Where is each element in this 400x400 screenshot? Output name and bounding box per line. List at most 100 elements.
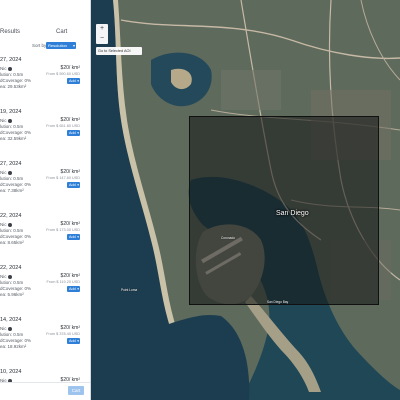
result-total-price: From $ 147.60 USD — [46, 176, 80, 180]
sort-label: Sort by — [32, 43, 47, 48]
result-cloud-coverage: dCoverage: 0% — [0, 286, 32, 291]
map-label-point-loma: Point Loma — [121, 288, 138, 292]
add-button[interactable]: Add▾ — [67, 78, 80, 84]
info-icon[interactable] — [7, 274, 12, 279]
result-resolution: lution: 0.5m — [0, 176, 24, 181]
result-total-price: From $ 378.40 USD — [46, 332, 80, 336]
chevron-down-icon: ▾ — [77, 339, 79, 343]
go-to-aoi-button[interactable]: Go to Selected AOI — [96, 47, 142, 55]
map-label-bay: San Diego Bay — [267, 300, 289, 304]
result-resolution: lution: 0.5m — [0, 332, 24, 337]
add-button-label: Add — [69, 235, 76, 239]
result-sensor-label: Nic — [0, 170, 7, 175]
result-sensor-label: Nic — [0, 222, 7, 227]
zoom-controls: + − — [96, 24, 108, 44]
result-sensor: Nic — [0, 274, 12, 279]
result-date: 10, 2024 — [0, 369, 22, 375]
result-sensor-label: Nic — [0, 66, 7, 71]
result-date: 22, 2024 — [0, 265, 22, 271]
result-resolution: lution: 0.5m — [0, 72, 24, 77]
result-cloud-coverage: dCoverage: 0% — [0, 234, 32, 239]
result-price: $20/ km² — [60, 325, 80, 331]
result-sensor-label: Nic — [0, 274, 7, 279]
result-cloud-coverage: dCoverage: 0% — [0, 338, 32, 343]
result-date: 19, 2024 — [0, 109, 22, 115]
result-sensor: Nic — [0, 326, 12, 331]
chevron-down-icon: ▾ — [77, 235, 79, 239]
satellite-map[interactable]: + − Go to Selected AOI San Diego Coronad… — [91, 0, 400, 400]
result-price: $20/ km² — [60, 273, 80, 279]
result-card[interactable]: 27, 2024 Nic lution: 0.5m dCoverage: 0% ea: … — [0, 159, 86, 212]
add-button-label: Add — [69, 131, 76, 135]
result-price: $20/ km² — [60, 117, 80, 123]
result-price: $20/ km² — [60, 169, 80, 175]
cart-button[interactable]: Cart — [68, 386, 84, 395]
result-card[interactable]: 22, 2024 Nic lution: 0.5m dCoverage: 0% ea: … — [0, 263, 86, 316]
result-sensor-label: Nic — [0, 118, 7, 123]
chevron-down-icon: ▾ — [77, 79, 79, 83]
result-cloud-coverage: dCoverage: 0% — [0, 182, 32, 187]
result-card[interactable]: 27, 2024 Nic lution: 0.5m dCoverage: 0% ea: … — [0, 55, 86, 108]
result-sensor: Nic — [0, 170, 12, 175]
result-total-price: From $ 590.60 USD — [46, 72, 80, 76]
results-panel: Results Cart Sort by Resolution ▾ 27, 20… — [0, 0, 91, 400]
result-cloud-coverage: dCoverage: 0% — [0, 78, 32, 83]
add-button[interactable]: Add▾ — [67, 338, 80, 344]
sort-select-value: Resolution — [48, 43, 67, 48]
result-card[interactable]: 19, 2024 Nic lution: 0.5m dCoverage: 0% ea: … — [0, 107, 86, 160]
info-icon[interactable] — [7, 118, 12, 123]
add-button[interactable]: Add▾ — [67, 182, 80, 188]
info-icon[interactable] — [7, 66, 12, 71]
add-button-label: Add — [69, 287, 76, 291]
info-icon[interactable] — [7, 170, 12, 175]
result-resolution: lution: 0.5m — [0, 124, 24, 129]
list-item-partial: ... .... — [0, 377, 11, 382]
result-date: 14, 2024 — [0, 317, 22, 323]
tab-cart[interactable]: Cart — [56, 29, 67, 35]
result-price: $20/ km² — [60, 65, 80, 71]
result-card[interactable]: 22, 2024 Nic lution: 0.5m dCoverage: 0% ea: … — [0, 211, 86, 264]
result-area: ea: 18.92km² — [0, 344, 27, 349]
result-total-price: From $ 651.80 USD — [46, 124, 80, 128]
result-area: ea: 8.65km² — [0, 240, 24, 245]
result-date: 22, 2024 — [0, 213, 22, 219]
result-sensor: Nic — [0, 118, 12, 123]
add-button[interactable]: Add▾ — [67, 286, 80, 292]
panel-footer: ... .... Cart — [0, 377, 90, 400]
add-button-label: Add — [69, 339, 76, 343]
panel-tabs: Results Cart — [0, 0, 90, 40]
chevron-down-icon: ▾ — [72, 43, 75, 48]
zoom-in-button[interactable]: + — [96, 24, 108, 34]
result-area: ea: 7.38km² — [0, 188, 24, 193]
result-date: 27, 2024 — [0, 57, 22, 63]
add-button[interactable]: Add▾ — [67, 130, 80, 136]
result-sensor-label: Nic — [0, 326, 7, 331]
result-resolution: lution: 0.5m — [0, 228, 24, 233]
result-area: ea: 32.59km² — [0, 136, 27, 141]
result-total-price: From $ 173.00 USD — [46, 228, 80, 232]
add-button[interactable]: Add▾ — [67, 234, 80, 240]
result-area: ea: 5.96km² — [0, 292, 24, 297]
city-label: San Diego — [276, 210, 309, 217]
result-sensor: Nic — [0, 66, 12, 71]
chevron-down-icon: ▾ — [77, 183, 79, 187]
sort-select[interactable]: Resolution ▾ — [46, 42, 76, 49]
result-total-price: From $ 119.20 USD — [46, 280, 80, 284]
result-cloud-coverage: dCoverage: 0% — [0, 130, 32, 135]
result-date: 27, 2024 — [0, 161, 22, 167]
info-icon[interactable] — [7, 222, 12, 227]
result-price: $20/ km² — [60, 221, 80, 227]
zoom-out-button[interactable]: − — [96, 34, 108, 44]
result-sensor: Nic — [0, 222, 12, 227]
app-window: Results Cart Sort by Resolution ▾ 27, 20… — [0, 0, 400, 400]
chevron-down-icon: ▾ — [77, 131, 79, 135]
tab-results[interactable]: Results — [0, 29, 20, 35]
result-card[interactable]: 14, 2024 Nic lution: 0.5m dCoverage: 0% ea: … — [0, 315, 86, 368]
result-area: ea: 29.53km² — [0, 84, 27, 89]
add-button-label: Add — [69, 79, 76, 83]
add-button-label: Add — [69, 183, 76, 187]
map-label-coronado: Coronado — [221, 236, 235, 240]
result-resolution: lution: 0.5m — [0, 280, 24, 285]
info-icon[interactable] — [7, 326, 12, 331]
sort-row: Sort by Resolution ▾ — [24, 42, 88, 50]
